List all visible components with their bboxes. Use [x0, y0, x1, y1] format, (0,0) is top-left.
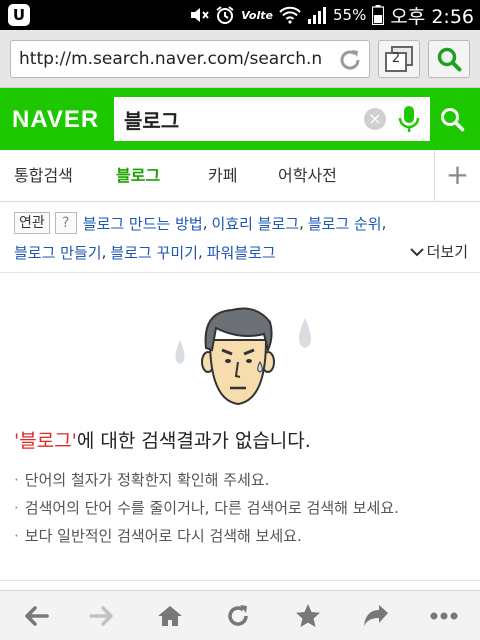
menu-button[interactable] [414, 591, 474, 640]
tip-item: · 검색어의 단어 수를 줄이거나, 다른 검색어로 검색해 보세요. [14, 494, 474, 522]
related-link[interactable]: 이효리 블로그 [211, 213, 299, 234]
related-link[interactable]: 블로그 순위 [308, 213, 382, 234]
divider [0, 272, 480, 273]
tab-integrated-search[interactable]: 통합검색 [14, 150, 73, 202]
separator: , [101, 243, 107, 261]
home-icon [158, 606, 182, 626]
bullet: · [14, 527, 19, 545]
naver-search-box[interactable]: × [114, 97, 430, 141]
related-help-button[interactable]: ? [54, 212, 77, 234]
divider [0, 580, 480, 581]
related-label: 연관 [14, 212, 50, 234]
chevron-down-icon [409, 248, 424, 257]
search-tips: · 단어의 철자가 정확한지 확인해 주세요. · 검색어의 단어 수를 줄이거나,… [14, 466, 474, 550]
reload-icon [228, 605, 248, 626]
reload-button[interactable] [208, 591, 268, 640]
search-icon [437, 47, 462, 72]
app-notification-icon: U [8, 4, 30, 26]
separator: , [197, 243, 203, 261]
browser-search-button[interactable] [428, 40, 470, 78]
tip-item: · 보다 일반적인 검색어로 다시 검색해 보세요. [14, 522, 474, 550]
browser-bottom-nav [0, 590, 480, 640]
related-link[interactable]: 블로그 만드는 방법 [83, 213, 203, 234]
tab-blog[interactable]: 블로그 [116, 150, 160, 202]
related-searches: 연관 ? 블로그 만드는 방법, 이효리 블로그, 블로그 순위, 블로그 만들… [0, 203, 480, 271]
tab-dictionary[interactable]: 어학사전 [278, 150, 337, 202]
forward-button[interactable] [72, 591, 132, 640]
no-result-message: '블로그'에 대한 검색결과가 없습니다. [14, 426, 311, 453]
url-field[interactable]: http://m.search.naver.com/search.naver?w… [10, 40, 370, 78]
no-result-illustration [170, 300, 330, 410]
no-result-text: 에 대한 검색결과가 없습니다. [76, 430, 311, 452]
mute-icon [189, 6, 209, 24]
bullet: · [14, 471, 19, 489]
separator: , [202, 214, 208, 232]
tab-cafe[interactable]: 카페 [208, 150, 237, 202]
search-category-tabs: 통합검색 블로그 카페 어학사전 + [0, 150, 480, 202]
naver-search-button[interactable] [432, 97, 472, 141]
share-icon [364, 605, 388, 626]
bookmark-button[interactable] [278, 591, 338, 640]
back-button[interactable] [6, 591, 66, 640]
search-keyword: '블로그' [14, 430, 77, 452]
status-bar: U Volte 55% 오후 2:56 [0, 0, 480, 30]
add-tab-icon[interactable]: + [434, 150, 480, 202]
arrow-right-icon [89, 606, 113, 626]
alarm-icon [215, 5, 235, 25]
naver-header: NAVER × [0, 88, 480, 150]
clear-icon[interactable]: × [364, 108, 386, 130]
home-button[interactable] [140, 591, 200, 640]
naver-logo[interactable]: NAVER [12, 106, 99, 134]
more-button[interactable]: 더보기 [409, 240, 468, 264]
battery-percent: 55% [332, 6, 367, 24]
arrow-left-icon [25, 606, 49, 626]
tip-text: 단어의 철자가 정확한지 확인해 주세요. [24, 471, 270, 489]
browser-url-bar: http://m.search.naver.com/search.naver?w… [0, 30, 480, 88]
star-icon [296, 604, 320, 627]
search-input[interactable] [124, 104, 364, 134]
bullet: · [14, 499, 19, 517]
related-link[interactable]: 블로그 만들기 [14, 242, 102, 263]
mic-icon[interactable] [396, 104, 422, 134]
tip-text: 검색어의 단어 수를 줄이거나, 다른 검색어로 검색해 보세요. [24, 499, 399, 517]
wifi-icon [279, 6, 301, 24]
more-label: 더보기 [426, 243, 468, 261]
more-icon [430, 612, 458, 620]
tip-text: 보다 일반적인 검색어로 다시 검색해 보세요. [24, 527, 302, 545]
tabs-button[interactable]: 2 [378, 40, 420, 78]
related-link[interactable]: 블로그 꾸미기 [110, 242, 198, 263]
clock: 오후 2:56 [390, 5, 474, 28]
share-button[interactable] [346, 591, 406, 640]
signal-icon [307, 5, 327, 25]
separator: , [381, 214, 387, 232]
search-icon [441, 108, 465, 132]
tip-item: · 단어의 철자가 정확한지 확인해 주세요. [14, 466, 474, 494]
separator: , [299, 214, 304, 232]
battery-icon [372, 5, 385, 25]
url-text[interactable]: http://m.search.naver.com/search.naver?w… [11, 49, 323, 69]
reload-icon[interactable] [337, 47, 363, 73]
related-link[interactable]: 파워블로그 [207, 242, 276, 263]
tab-count: 2 [391, 51, 401, 66]
volte-label: Volte [241, 8, 273, 22]
